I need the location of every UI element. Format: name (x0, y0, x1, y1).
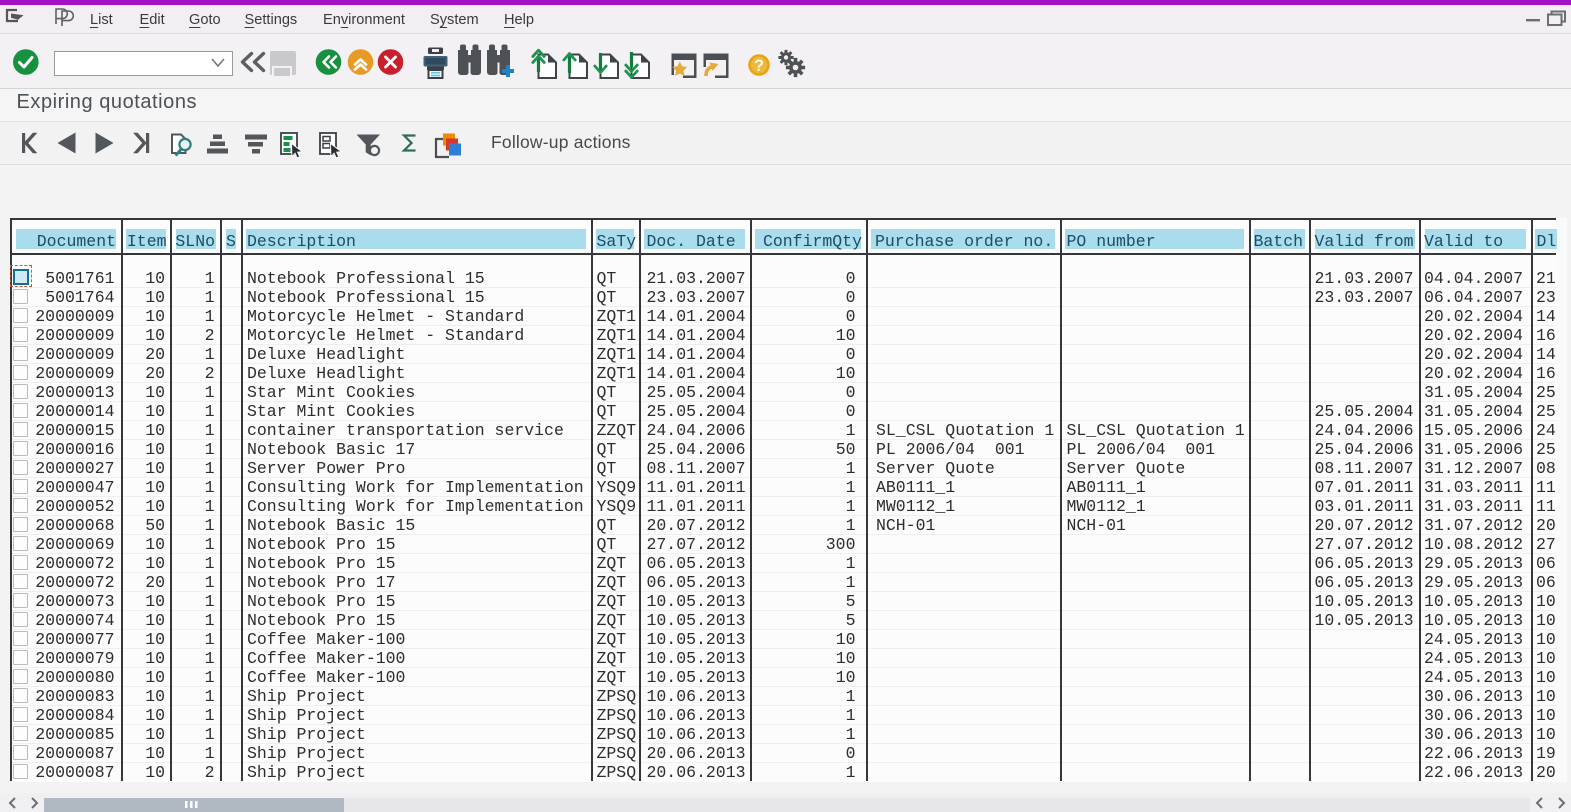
svg-text:?: ? (754, 57, 764, 75)
